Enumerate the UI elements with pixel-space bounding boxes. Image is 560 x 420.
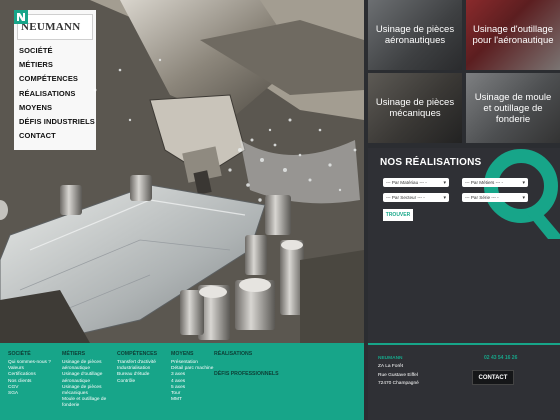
menu-label: MÉTIERS bbox=[19, 60, 54, 70]
hero-image: NEUMANN SOCIÉTÉ MÉTIERS COMPÉTENCES RÉAL… bbox=[0, 0, 364, 343]
select-value: --- Par Matériau --- - bbox=[386, 180, 427, 185]
menu-label: CONTACT bbox=[19, 131, 56, 141]
realisations-title: NOS RÉALISATIONS bbox=[380, 157, 482, 168]
brand-name: NEUMANN bbox=[21, 21, 81, 33]
footer-link[interactable]: MMT bbox=[171, 397, 213, 403]
footer-column-realisations: RÉALISATIONS bbox=[214, 351, 252, 360]
logo-mark-icon bbox=[14, 10, 28, 24]
tile-aeronautical-parts[interactable]: Usinage de pièces aéronautiques bbox=[368, 0, 462, 70]
menu-item-societe[interactable]: SOCIÉTÉ bbox=[19, 44, 96, 58]
tile-mechanical-parts[interactable]: Usinage de pièces mécaniques bbox=[368, 73, 462, 143]
footer-sitemap: SOCIÉTÉ Qui sommes-nous ? Valeurs Certif… bbox=[0, 343, 364, 420]
category-tiles: Usinage de pièces aéronautiques Usinage … bbox=[368, 0, 560, 143]
footer-column-title[interactable]: SOCIÉTÉ bbox=[8, 351, 51, 357]
footer-column-title[interactable]: MOYENS bbox=[171, 351, 213, 357]
select-value: --- Par Métiers --- - bbox=[465, 180, 504, 185]
filter-series-select[interactable]: --- Par Série --- - ▾ bbox=[462, 193, 528, 202]
footer-link[interactable]: fonderie bbox=[62, 403, 106, 409]
footer-contact: NEUMANN ZA La Forêt Rue Gustave Eiffel 7… bbox=[368, 343, 560, 420]
tile-molds-foundry[interactable]: Usinage de moule et outillage de fonderi… bbox=[466, 73, 560, 143]
menu-label: MOYENS bbox=[19, 102, 53, 112]
chevron-down-icon: ▾ bbox=[522, 194, 525, 201]
footer-column-metiers: MÉTIERS Usinage de pièces aéronautique U… bbox=[62, 351, 106, 410]
chevron-down-icon: ▾ bbox=[522, 179, 525, 186]
address-line: ZA La Forêt bbox=[378, 364, 404, 370]
menu-label: COMPÉTENCES bbox=[19, 74, 79, 84]
menu-item-moyens[interactable]: MOYENS bbox=[19, 101, 96, 115]
menu-item-realisations[interactable]: RÉALISATIONS bbox=[19, 87, 96, 101]
address-line: 72470 Champagné bbox=[378, 380, 419, 386]
find-button[interactable]: TROUVER bbox=[383, 209, 413, 221]
contact-button[interactable]: CONTACT bbox=[472, 370, 514, 385]
footer-link[interactable]: Usinage d'outillage bbox=[62, 372, 106, 378]
footer-column-moyens: MOYENS Présentation Détail parc machine … bbox=[171, 351, 213, 403]
phone-number[interactable]: 02 43 54 16 26 bbox=[484, 355, 517, 361]
footer-column-title[interactable]: COMPÉTENCES bbox=[117, 351, 157, 357]
tile-label: Usinage d'outillage pour l'aéronautique bbox=[472, 24, 554, 46]
footer-column-title[interactable]: MÉTIERS bbox=[62, 351, 106, 357]
footer-column-competences: COMPÉTENCES Transfert d'activité Industr… bbox=[117, 351, 157, 385]
tile-label: Usinage de pièces mécaniques bbox=[375, 97, 455, 119]
menu-label: SOCIÉTÉ bbox=[19, 46, 53, 55]
chevron-down-icon: ▾ bbox=[443, 194, 446, 201]
menu-item-metiers[interactable]: MÉTIERS bbox=[19, 58, 96, 72]
filter-sector-select[interactable]: --- Par Secteur --- - ▾ bbox=[383, 193, 449, 202]
menu-label: RÉALISATIONS bbox=[19, 88, 76, 98]
select-value: --- Par Secteur --- - bbox=[386, 195, 425, 200]
footer-column-societe: SOCIÉTÉ Qui sommes-nous ? Valeurs Certif… bbox=[8, 351, 51, 397]
address-company-name: NEUMANN bbox=[378, 356, 403, 361]
menu-label: DÉFIS INDUSTRIELS bbox=[19, 117, 95, 127]
company-address: NEUMANN ZA La Forêt Rue Gustave Eiffel 7… bbox=[378, 355, 419, 388]
footer-link[interactable]: SGA bbox=[8, 391, 51, 397]
select-value: --- Par Série --- - bbox=[465, 195, 499, 200]
menu-item-defis[interactable]: DÉFIS INDUSTRIELS bbox=[19, 115, 96, 129]
brand-logo[interactable]: NEUMANN bbox=[14, 10, 93, 40]
page: NEUMANN SOCIÉTÉ MÉTIERS COMPÉTENCES RÉAL… bbox=[0, 0, 560, 420]
tile-label: Usinage de moule et outillage de fonderi… bbox=[474, 91, 552, 125]
tile-aeronautical-tooling[interactable]: Usinage d'outillage pour l'aéronautique bbox=[466, 0, 560, 70]
menu-item-competences[interactable]: COMPÉTENCES bbox=[19, 72, 96, 86]
nav-panel: NEUMANN SOCIÉTÉ MÉTIERS COMPÉTENCES RÉAL… bbox=[14, 10, 96, 150]
menu-item-contact[interactable]: CONTACT bbox=[19, 129, 96, 143]
footer-defis-link[interactable]: DÉFIS PROFESSIONNELS bbox=[214, 371, 279, 377]
tile-label: Usinage de pièces aéronautiques bbox=[375, 24, 455, 46]
footer-link[interactable]: Contrôle bbox=[117, 379, 157, 385]
address-line: Rue Gustave Eiffel bbox=[378, 372, 418, 378]
filter-material-select[interactable]: --- Par Matériau --- - ▾ bbox=[383, 178, 449, 187]
footer-divider bbox=[368, 343, 560, 345]
filter-trade-select[interactable]: --- Par Métiers --- - ▾ bbox=[462, 178, 528, 187]
chevron-down-icon: ▾ bbox=[443, 179, 446, 186]
realisations-panel: NOS RÉALISATIONS --- Par Matériau --- - ▾… bbox=[368, 148, 560, 343]
main-menu: SOCIÉTÉ MÉTIERS COMPÉTENCES RÉALISATIONS… bbox=[14, 40, 96, 143]
footer-column-title[interactable]: RÉALISATIONS bbox=[214, 351, 252, 357]
